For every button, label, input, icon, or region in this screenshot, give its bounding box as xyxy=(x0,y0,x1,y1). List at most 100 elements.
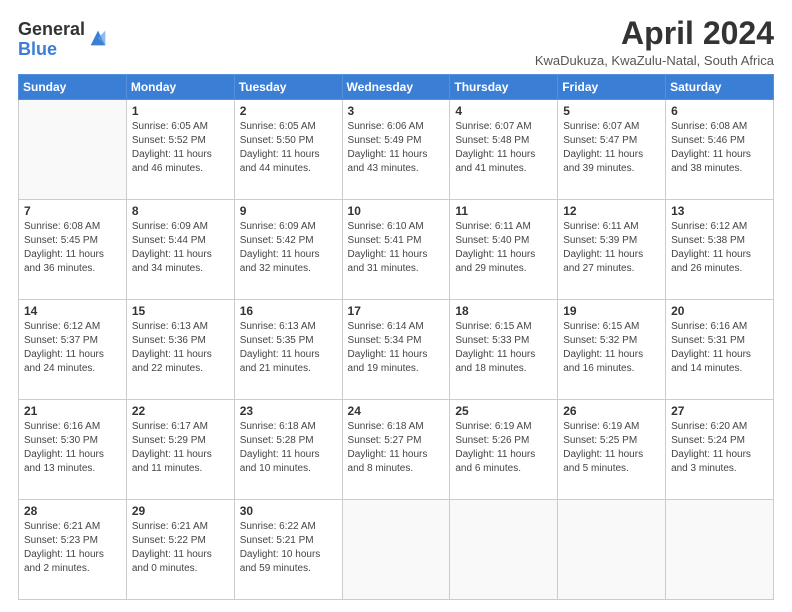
day-number: 2 xyxy=(240,104,337,118)
day-info: Sunrise: 6:20 AM Sunset: 5:24 PM Dayligh… xyxy=(671,420,768,476)
day-number: 21 xyxy=(24,404,121,418)
calendar-cell: 12Sunrise: 6:11 AM Sunset: 5:39 PM Dayli… xyxy=(558,200,666,300)
day-info: Sunrise: 6:06 AM Sunset: 5:49 PM Dayligh… xyxy=(348,120,445,176)
calendar-week-row-1: 7 Sunrise: 6:08 AM Sunset: 5:45 PM Daylig… xyxy=(19,200,774,300)
day-number: 6 xyxy=(671,104,768,118)
day-number: 24 xyxy=(348,404,445,418)
day-number: 10 xyxy=(348,204,445,218)
day-info: Sunrise: 6:05 AM Sunset: 5:50 PM Dayligh… xyxy=(240,120,337,176)
day-info: Sunrise: 6:09 AM Sunset: 5:42 PM Dayligh… xyxy=(240,220,337,276)
calendar-cell: 24 Sunrise: 6:18 AM Sunset: 5:27 PM Dayli… xyxy=(342,400,450,500)
calendar-cell: 13Sunrise: 6:12 AM Sunset: 5:38 PM Dayli… xyxy=(666,200,774,300)
day-number: 18 xyxy=(455,304,552,318)
calendar-cell: 20 Sunrise: 6:16 AM Sunset: 5:31 PM Dayli… xyxy=(666,300,774,400)
page: General Blue April 2024 KwaDukuza, KwaZu… xyxy=(0,0,792,612)
day-number: 27 xyxy=(671,404,768,418)
header: General Blue April 2024 KwaDukuza, KwaZu… xyxy=(18,16,774,68)
day-number: 25 xyxy=(455,404,552,418)
calendar-cell: 4 Sunrise: 6:07 AM Sunset: 5:48 PM Daylig… xyxy=(450,100,558,200)
calendar-cell: 1Sunrise: 6:05 AM Sunset: 5:52 PM Daylig… xyxy=(126,100,234,200)
day-info: Sunrise: 6:13 AM Sunset: 5:35 PM Dayligh… xyxy=(240,320,337,376)
calendar-cell: 2 Sunrise: 6:05 AM Sunset: 5:50 PM Daylig… xyxy=(234,100,342,200)
day-info: Sunrise: 6:15 AM Sunset: 5:32 PM Dayligh… xyxy=(563,320,660,376)
calendar-cell xyxy=(558,500,666,600)
calendar-header-row: Sunday Monday Tuesday Wednesday Thursday… xyxy=(19,75,774,100)
title-block: April 2024 KwaDukuza, KwaZulu-Natal, Sou… xyxy=(535,16,774,68)
calendar-cell: 7 Sunrise: 6:08 AM Sunset: 5:45 PM Daylig… xyxy=(19,200,127,300)
day-info: Sunrise: 6:07 AM Sunset: 5:47 PM Dayligh… xyxy=(563,120,660,176)
day-info: Sunrise: 6:19 AM Sunset: 5:26 PM Dayligh… xyxy=(455,420,552,476)
day-info: Sunrise: 6:09 AM Sunset: 5:44 PM Dayligh… xyxy=(132,220,229,276)
day-info: Sunrise: 6:10 AM Sunset: 5:41 PM Dayligh… xyxy=(348,220,445,276)
calendar-week-row-4: 28 Sunrise: 6:21 AM Sunset: 5:23 PM Dayli… xyxy=(19,500,774,600)
calendar-cell xyxy=(19,100,127,200)
calendar-cell xyxy=(342,500,450,600)
day-number: 20 xyxy=(671,304,768,318)
day-info: Sunrise: 6:19 AM Sunset: 5:25 PM Dayligh… xyxy=(563,420,660,476)
calendar-cell: 22Sunrise: 6:17 AM Sunset: 5:29 PM Dayli… xyxy=(126,400,234,500)
day-info: Sunrise: 6:15 AM Sunset: 5:33 PM Dayligh… xyxy=(455,320,552,376)
day-number: 23 xyxy=(240,404,337,418)
day-info: Sunrise: 6:11 AM Sunset: 5:39 PM Dayligh… xyxy=(563,220,660,276)
day-number: 29 xyxy=(132,504,229,518)
day-number: 19 xyxy=(563,304,660,318)
col-monday: Monday xyxy=(126,75,234,100)
calendar-cell: 30 Sunrise: 6:22 AM Sunset: 5:21 PM Dayli… xyxy=(234,500,342,600)
day-number: 28 xyxy=(24,504,121,518)
logo-icon xyxy=(87,27,109,49)
day-number: 4 xyxy=(455,104,552,118)
col-tuesday: Tuesday xyxy=(234,75,342,100)
calendar-cell: 17 Sunrise: 6:14 AM Sunset: 5:34 PM Dayli… xyxy=(342,300,450,400)
calendar-cell: 15 Sunrise: 6:13 AM Sunset: 5:36 PM Dayli… xyxy=(126,300,234,400)
calendar-week-row-0: 1Sunrise: 6:05 AM Sunset: 5:52 PM Daylig… xyxy=(19,100,774,200)
calendar-week-row-2: 14Sunrise: 6:12 AM Sunset: 5:37 PM Dayli… xyxy=(19,300,774,400)
calendar-cell: 19 Sunrise: 6:15 AM Sunset: 5:32 PM Dayli… xyxy=(558,300,666,400)
calendar-cell: 5Sunrise: 6:07 AM Sunset: 5:47 PM Daylig… xyxy=(558,100,666,200)
calendar-cell: 9Sunrise: 6:09 AM Sunset: 5:42 PM Daylig… xyxy=(234,200,342,300)
day-info: Sunrise: 6:08 AM Sunset: 5:46 PM Dayligh… xyxy=(671,120,768,176)
day-info: Sunrise: 6:18 AM Sunset: 5:27 PM Dayligh… xyxy=(348,420,445,476)
day-number: 1 xyxy=(132,104,229,118)
day-info: Sunrise: 6:18 AM Sunset: 5:28 PM Dayligh… xyxy=(240,420,337,476)
col-thursday: Thursday xyxy=(450,75,558,100)
calendar-cell xyxy=(666,500,774,600)
day-info: Sunrise: 6:07 AM Sunset: 5:48 PM Dayligh… xyxy=(455,120,552,176)
day-number: 17 xyxy=(348,304,445,318)
calendar-cell: 14Sunrise: 6:12 AM Sunset: 5:37 PM Dayli… xyxy=(19,300,127,400)
day-info: Sunrise: 6:08 AM Sunset: 5:45 PM Dayligh… xyxy=(24,220,121,276)
day-info: Sunrise: 6:21 AM Sunset: 5:23 PM Dayligh… xyxy=(24,520,121,576)
calendar-cell xyxy=(450,500,558,600)
day-info: Sunrise: 6:14 AM Sunset: 5:34 PM Dayligh… xyxy=(348,320,445,376)
day-number: 7 xyxy=(24,204,121,218)
calendar-cell: 28 Sunrise: 6:21 AM Sunset: 5:23 PM Dayli… xyxy=(19,500,127,600)
day-number: 3 xyxy=(348,104,445,118)
day-number: 26 xyxy=(563,404,660,418)
calendar-cell: 21 Sunrise: 6:16 AM Sunset: 5:30 PM Dayli… xyxy=(19,400,127,500)
day-info: Sunrise: 6:21 AM Sunset: 5:22 PM Dayligh… xyxy=(132,520,229,576)
col-wednesday: Wednesday xyxy=(342,75,450,100)
calendar-cell: 26 Sunrise: 6:19 AM Sunset: 5:25 PM Dayli… xyxy=(558,400,666,500)
day-info: Sunrise: 6:16 AM Sunset: 5:31 PM Dayligh… xyxy=(671,320,768,376)
day-number: 13 xyxy=(671,204,768,218)
col-friday: Friday xyxy=(558,75,666,100)
day-number: 15 xyxy=(132,304,229,318)
logo: General Blue xyxy=(18,20,109,60)
calendar-week-row-3: 21 Sunrise: 6:16 AM Sunset: 5:30 PM Dayli… xyxy=(19,400,774,500)
calendar-cell: 23 Sunrise: 6:18 AM Sunset: 5:28 PM Dayli… xyxy=(234,400,342,500)
day-info: Sunrise: 6:11 AM Sunset: 5:40 PM Dayligh… xyxy=(455,220,552,276)
day-info: Sunrise: 6:13 AM Sunset: 5:36 PM Dayligh… xyxy=(132,320,229,376)
day-number: 16 xyxy=(240,304,337,318)
day-number: 30 xyxy=(240,504,337,518)
day-info: Sunrise: 6:16 AM Sunset: 5:30 PM Dayligh… xyxy=(24,420,121,476)
main-title: April 2024 xyxy=(535,16,774,51)
logo-general-text: General xyxy=(18,20,85,40)
day-info: Sunrise: 6:22 AM Sunset: 5:21 PM Dayligh… xyxy=(240,520,337,576)
calendar-cell: 3 Sunrise: 6:06 AM Sunset: 5:49 PM Daylig… xyxy=(342,100,450,200)
col-saturday: Saturday xyxy=(666,75,774,100)
col-sunday: Sunday xyxy=(19,75,127,100)
calendar-cell: 29 Sunrise: 6:21 AM Sunset: 5:22 PM Dayli… xyxy=(126,500,234,600)
day-number: 11 xyxy=(455,204,552,218)
calendar-table: Sunday Monday Tuesday Wednesday Thursday… xyxy=(18,74,774,600)
day-number: 22 xyxy=(132,404,229,418)
calendar-cell: 8Sunrise: 6:09 AM Sunset: 5:44 PM Daylig… xyxy=(126,200,234,300)
